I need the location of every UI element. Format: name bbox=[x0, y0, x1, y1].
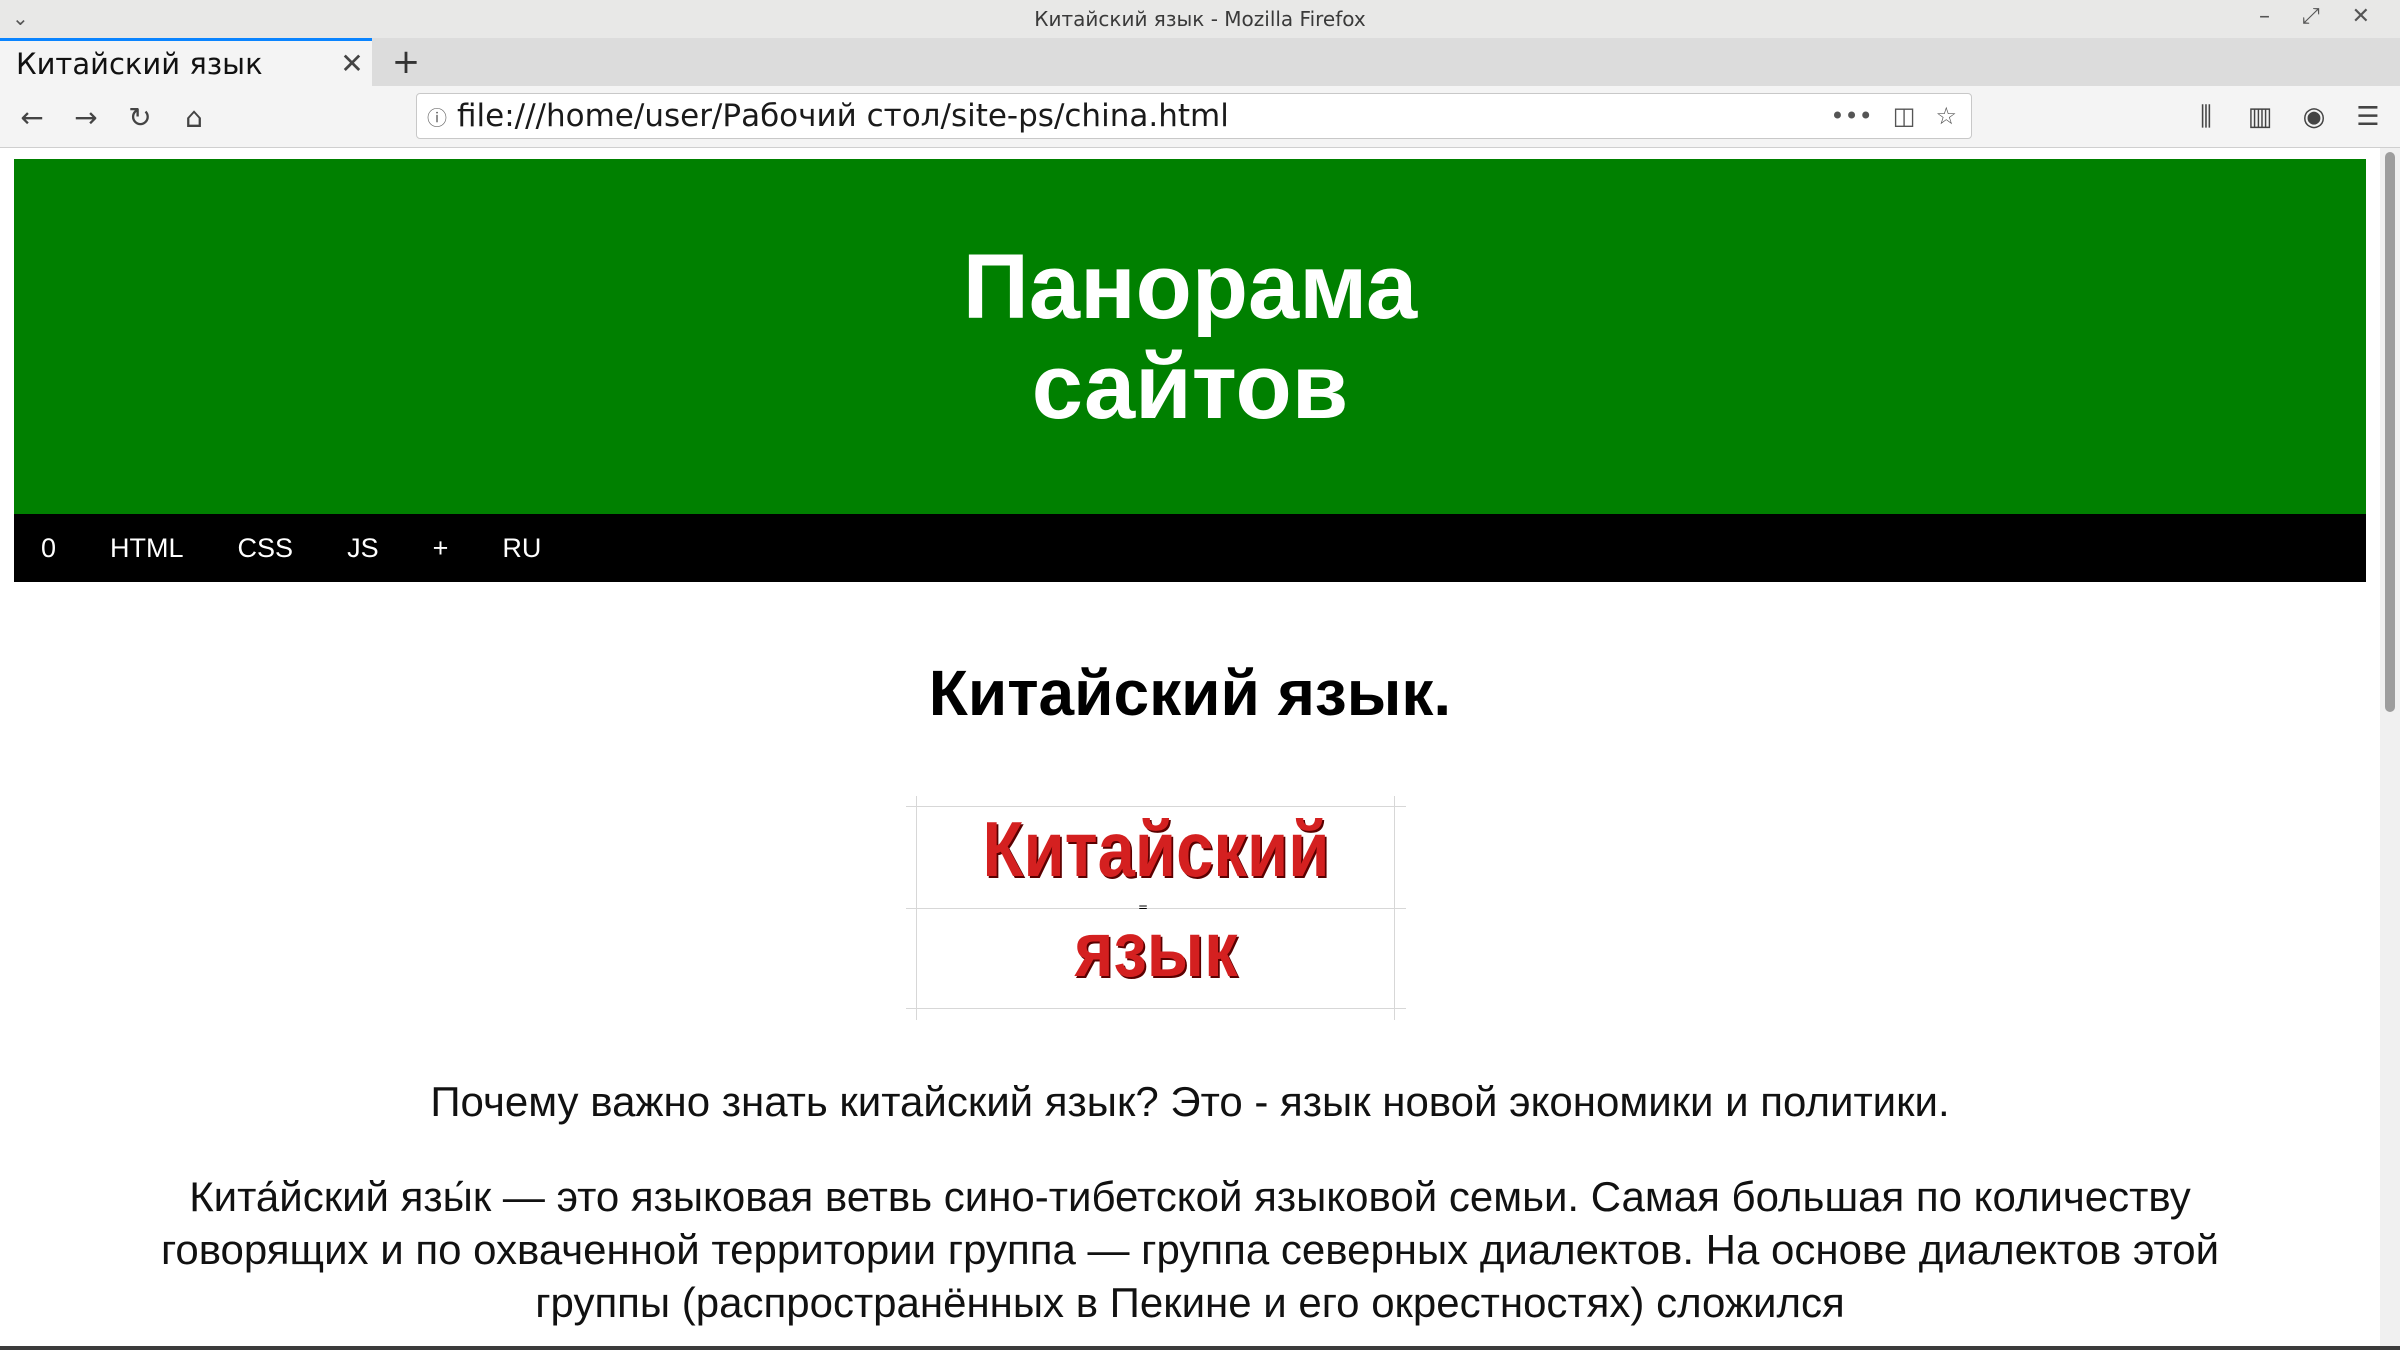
scrollbar-thumb[interactable] bbox=[2385, 152, 2395, 712]
account-icon[interactable]: ◉ bbox=[2296, 94, 2332, 140]
navigation-toolbar: ← → ↻ ⌂ ⓘ file:///home/user/Рабочий стол… bbox=[0, 86, 2400, 148]
page-viewport: Панорама сайтов 0 HTML CSS JS + RU Китай… bbox=[0, 148, 2380, 1350]
new-tab-icon[interactable]: + bbox=[386, 38, 426, 86]
star-icon[interactable]: ☆ bbox=[1935, 102, 1957, 130]
nav-link-html[interactable]: HTML bbox=[83, 533, 211, 564]
url-text[interactable]: file:///home/user/Рабочий стол/site-ps/c… bbox=[457, 98, 1830, 134]
banner-grid-line bbox=[906, 1008, 1406, 1009]
banner-word-1: Китайский bbox=[982, 805, 1330, 893]
arrow-left-icon[interactable]: ← bbox=[8, 94, 56, 140]
nav-link-js[interactable]: JS bbox=[320, 533, 406, 564]
toolbar-right: ⫼ ▥ ◉ ☰ bbox=[2188, 94, 2386, 140]
banner-word-2: язык bbox=[1074, 905, 1238, 993]
tab-title: Китайский язык bbox=[16, 46, 263, 81]
url-actions: ••• ◫ ☆ bbox=[1830, 102, 1957, 130]
close-window-icon[interactable]: ✕ bbox=[2352, 4, 2370, 29]
window-bottom-edge bbox=[0, 1346, 2400, 1350]
site-header: Панорама сайтов bbox=[14, 159, 2366, 514]
site-title-line1: Панорама bbox=[962, 235, 1418, 338]
maximize-icon[interactable]: ⤢ bbox=[2302, 4, 2320, 29]
page-title: Китайский язык. bbox=[928, 657, 1452, 729]
more-icon[interactable]: ••• bbox=[1830, 102, 1872, 130]
site-title-line2: сайтов bbox=[1031, 335, 1349, 438]
close-tab-icon[interactable]: ✕ bbox=[332, 47, 372, 80]
scrollbar[interactable] bbox=[2380, 148, 2400, 1350]
tab-active[interactable]: Китайский язык ✕ bbox=[0, 38, 372, 86]
info-icon[interactable]: ⓘ bbox=[417, 102, 457, 131]
reload-icon[interactable]: ↻ bbox=[116, 94, 164, 140]
nav-link-ru[interactable]: RU bbox=[475, 533, 568, 564]
home-icon[interactable]: ⌂ bbox=[170, 94, 218, 140]
banner-image: Китайский язык = bbox=[906, 796, 1406, 1020]
nav-link-0[interactable]: 0 bbox=[14, 533, 83, 564]
hamburger-menu-icon[interactable]: ☰ bbox=[2350, 94, 2386, 140]
pocket-icon[interactable]: ◫ bbox=[1893, 102, 1916, 130]
arrow-right-icon[interactable]: → bbox=[62, 94, 110, 140]
library-icon[interactable]: ⫼ bbox=[2188, 94, 2224, 140]
body-paragraph: Кита́йский язы́к — это языковая ветвь си… bbox=[160, 1173, 2220, 1326]
sidebar-icon[interactable]: ▥ bbox=[2242, 94, 2278, 140]
site-title: Панорама сайтов bbox=[840, 237, 1540, 437]
nav-link-css[interactable]: CSS bbox=[211, 533, 321, 564]
minimize-icon[interactable]: – bbox=[2259, 4, 2270, 29]
banner-mark: = bbox=[1138, 900, 1149, 914]
banner-grid-line bbox=[1394, 796, 1395, 1020]
tab-bar: Китайский язык ✕ + bbox=[0, 38, 2400, 86]
window-controls: – ⤢ ✕ bbox=[2259, 4, 2370, 29]
window-menu-icon[interactable]: ⌄ bbox=[12, 6, 29, 30]
banner-grid-line bbox=[916, 796, 917, 1020]
site-nav: 0 HTML CSS JS + RU bbox=[14, 514, 2366, 582]
lead-paragraph: Почему важно знать китайский язык? Это -… bbox=[430, 1078, 1950, 1125]
url-bar[interactable]: ⓘ file:///home/user/Рабочий стол/site-ps… bbox=[416, 93, 1972, 139]
nav-link-plus[interactable]: + bbox=[406, 533, 476, 564]
window-title: Китайский язык - Mozilla Firefox bbox=[1034, 7, 1366, 31]
window-titlebar: ⌄ Китайский язык - Mozilla Firefox – ⤢ ✕ bbox=[0, 0, 2400, 38]
